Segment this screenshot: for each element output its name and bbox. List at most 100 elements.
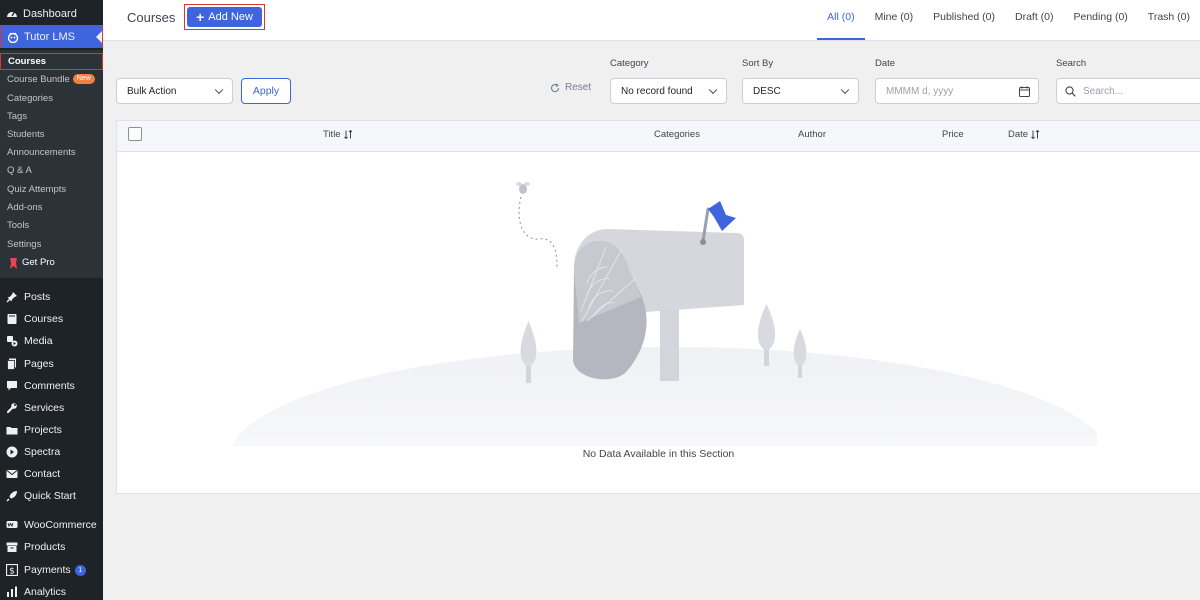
search-placeholder: Search...: [1083, 85, 1124, 97]
bulk-action-select[interactable]: Bulk Action: [116, 78, 233, 104]
column-categories: Categories: [654, 129, 700, 140]
page-title: Courses: [127, 10, 176, 25]
submenu-settings[interactable]: Settings: [7, 238, 41, 252]
date-input[interactable]: MMMM d, yyyy: [875, 78, 1039, 104]
menu-tutor-lms[interactable]: Tutor LMS: [0, 25, 103, 48]
svg-text:$: $: [9, 567, 15, 577]
submenu-add-ons[interactable]: Add-ons: [7, 201, 42, 215]
flag-icon: [708, 201, 736, 231]
submenu-quiz-attempts[interactable]: Quiz Attempts: [7, 183, 66, 197]
bar-chart-icon: [6, 586, 18, 598]
tab-pending[interactable]: Pending (0): [1064, 0, 1138, 40]
tutor-icon: [7, 31, 19, 43]
tab-draft[interactable]: Draft (0): [1005, 0, 1064, 40]
woo-icon: [6, 519, 18, 531]
folder-icon: [6, 424, 18, 436]
search-input[interactable]: Search...: [1056, 78, 1200, 104]
menu-posts[interactable]: Posts: [6, 289, 50, 305]
menu-quick-start[interactable]: Quick Start: [6, 488, 76, 504]
menu-pages-label: Pages: [24, 358, 54, 370]
category-value: No record found: [621, 85, 693, 97]
submenu-qa[interactable]: Q & A: [7, 164, 32, 178]
menu-products[interactable]: Products: [6, 539, 65, 555]
submenu-tools[interactable]: Tools: [7, 219, 29, 233]
submenu-course-bundle[interactable]: Course Bundle New: [7, 73, 95, 87]
sort-icon: [1031, 130, 1040, 139]
dollar-icon: $: [6, 564, 18, 576]
column-title-label: Title: [323, 129, 341, 140]
media-icon: [6, 335, 18, 347]
chevron-down-icon: [214, 85, 224, 95]
menu-contact[interactable]: Contact: [6, 466, 60, 482]
submenu-get-pro-label: Get Pro: [22, 257, 55, 268]
submenu-tags[interactable]: Tags: [7, 110, 27, 124]
chevron-down-icon: [840, 85, 850, 95]
category-label: Category: [610, 58, 649, 69]
menu-posts-label: Posts: [24, 291, 51, 303]
admin-sidebar: Dashboard Tutor LMS Courses Course Bundl…: [0, 0, 103, 600]
submenu-students[interactable]: Students: [7, 128, 45, 142]
menu-services[interactable]: Services: [6, 400, 64, 416]
plus-icon: +: [196, 9, 205, 25]
sort-by-label: Sort By: [742, 58, 774, 69]
menu-spectra[interactable]: Spectra: [6, 444, 60, 460]
rocket-icon: [6, 490, 18, 502]
tab-mine[interactable]: Mine (0): [865, 0, 924, 40]
menu-tutor-lms-label: Tutor LMS: [24, 30, 75, 43]
category-select[interactable]: No record found: [610, 78, 727, 104]
bee-icon: [516, 182, 530, 194]
add-new-highlight: + Add New: [184, 4, 265, 30]
menu-spectra-label: Spectra: [24, 446, 61, 458]
search-label: Search: [1056, 58, 1087, 69]
reset-button[interactable]: Reset: [550, 82, 591, 93]
column-date-label: Date: [1008, 129, 1029, 140]
menu-media[interactable]: Media: [6, 333, 53, 349]
pin-icon: [6, 291, 18, 303]
new-badge: New: [72, 74, 95, 85]
menu-contact-label: Contact: [24, 468, 61, 480]
menu-woocommerce[interactable]: WooCommerce: [6, 517, 97, 533]
tab-published[interactable]: Published (0): [923, 0, 1005, 40]
submenu-announcements[interactable]: Announcements: [7, 146, 76, 160]
menu-pages[interactable]: Pages: [6, 356, 54, 372]
table-header: Title Categories Author Price Date: [117, 121, 1200, 152]
submenu-categories[interactable]: Categories: [7, 92, 53, 106]
menu-dashboard[interactable]: Dashboard: [0, 3, 103, 25]
menu-payments[interactable]: $ Payments 1: [6, 562, 86, 578]
add-new-button[interactable]: + Add New: [187, 7, 262, 27]
empty-state-message: No Data Available in this Section: [582, 448, 735, 460]
tab-all[interactable]: All (0): [817, 0, 865, 40]
apply-button[interactable]: Apply: [241, 78, 291, 104]
menu-comments[interactable]: Comments: [6, 378, 75, 394]
menu-payments-label: Payments: [24, 564, 71, 576]
sort-by-value: DESC: [753, 85, 781, 97]
payments-count-badge: 1: [74, 564, 86, 576]
menu-courses[interactable]: Courses: [6, 311, 63, 327]
menu-services-label: Services: [24, 402, 65, 414]
column-author: Author: [798, 129, 826, 140]
bulk-action-value: Bulk Action: [127, 85, 177, 97]
menu-projects[interactable]: Projects: [6, 422, 62, 438]
menu-comments-label: Comments: [24, 380, 75, 392]
mail-icon: [6, 468, 18, 480]
menu-woocommerce-label: WooCommerce: [24, 519, 97, 531]
tab-trash[interactable]: Trash (0): [1138, 0, 1200, 40]
courses-table: Title Categories Author Price Date No Da…: [116, 120, 1200, 494]
sort-by-select[interactable]: DESC: [742, 78, 859, 104]
status-tabs: All (0) Mine (0) Published (0) Draft (0)…: [817, 0, 1200, 40]
add-new-label: Add New: [208, 11, 253, 23]
submenu-get-pro[interactable]: Get Pro: [7, 256, 55, 270]
select-all-checkbox[interactable]: [128, 127, 142, 141]
tutor-submenu: Courses Course Bundle New Categories Tags…: [0, 50, 103, 278]
column-date[interactable]: Date: [1008, 129, 1040, 140]
calendar-icon[interactable]: [1019, 86, 1030, 97]
column-title[interactable]: Title: [323, 129, 353, 140]
menu-analytics[interactable]: Analytics: [6, 584, 66, 600]
spectra-icon: [6, 446, 18, 458]
menu-projects-label: Projects: [24, 424, 62, 436]
empty-state-illustration: [232, 182, 1097, 446]
submenu-courses[interactable]: Courses: [0, 53, 103, 70]
archive-icon: [6, 541, 18, 553]
sort-icon: [343, 130, 353, 139]
pages-icon: [6, 358, 18, 370]
